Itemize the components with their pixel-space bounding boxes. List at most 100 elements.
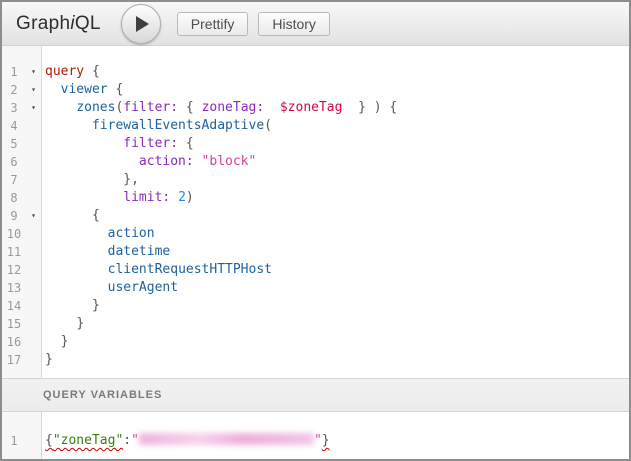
line-number: 12 bbox=[2, 261, 26, 279]
line-number: 15 bbox=[2, 315, 26, 333]
code-line[interactable]: action: "block" bbox=[45, 153, 629, 171]
code-token: { bbox=[45, 433, 53, 448]
line-number: 10 bbox=[2, 225, 26, 243]
gutter-row: 6 bbox=[2, 153, 41, 171]
fold-spacer bbox=[26, 153, 41, 171]
code-token: " bbox=[131, 433, 139, 448]
variables-code-area[interactable]: {"zoneTag":""} bbox=[42, 412, 629, 459]
code-token bbox=[194, 154, 202, 169]
gutter-row: 10 bbox=[2, 225, 41, 243]
fold-spacer bbox=[26, 351, 41, 369]
gutter-row: 17 bbox=[2, 351, 41, 369]
code-token: } bbox=[76, 316, 84, 331]
gutter-row: 13 bbox=[2, 279, 41, 297]
gutter-row: 1 bbox=[2, 432, 41, 450]
toolbar: GraphiQL Prettify History bbox=[2, 2, 629, 46]
code-token: : bbox=[123, 433, 131, 448]
code-line[interactable]: limit: 2) bbox=[45, 189, 629, 207]
fold-arrow-icon[interactable]: ▾ bbox=[26, 99, 41, 117]
code-line[interactable]: } bbox=[45, 315, 629, 333]
variables-line-number-gutter: 1 bbox=[2, 412, 42, 459]
code-line[interactable]: } bbox=[45, 351, 629, 369]
fold-spacer bbox=[26, 171, 41, 189]
line-number: 8 bbox=[2, 189, 26, 207]
code-line[interactable]: action bbox=[45, 225, 629, 243]
gutter-row: 16 bbox=[2, 333, 41, 351]
code-token bbox=[45, 172, 123, 187]
code-token bbox=[45, 154, 139, 169]
code-token: filter: bbox=[123, 136, 178, 151]
fold-spacer bbox=[26, 189, 41, 207]
fold-arrow-icon[interactable]: ▾ bbox=[26, 207, 41, 225]
query-editor[interactable]: 1▾2▾3▾456789▾1011121314151617 query { vi… bbox=[2, 46, 629, 378]
code-token bbox=[170, 190, 178, 205]
code-token: action bbox=[108, 226, 155, 241]
code-line[interactable]: { bbox=[45, 207, 629, 225]
code-token: } bbox=[45, 352, 53, 367]
gutter-row: 12 bbox=[2, 261, 41, 279]
line-number: 3 bbox=[2, 99, 26, 117]
line-number: 5 bbox=[2, 135, 26, 153]
code-line[interactable]: {"zoneTag":""} bbox=[45, 432, 629, 450]
history-button[interactable]: History bbox=[258, 12, 330, 36]
line-number: 11 bbox=[2, 243, 26, 261]
code-token: 2 bbox=[178, 190, 186, 205]
code-token: zoneTag: bbox=[202, 100, 265, 115]
code-line[interactable]: datetime bbox=[45, 243, 629, 261]
code-token bbox=[45, 244, 108, 259]
fold-spacer bbox=[26, 297, 41, 315]
code-token: "zoneTag" bbox=[53, 433, 123, 448]
code-line[interactable]: zones(filter: { zoneTag: $zoneTag } ) { bbox=[45, 99, 629, 117]
code-token: action: bbox=[139, 154, 194, 169]
query-variables-header[interactable]: QUERY VARIABLES bbox=[2, 378, 629, 412]
execute-query-button[interactable] bbox=[121, 4, 161, 44]
code-token: " bbox=[314, 433, 322, 448]
code-token bbox=[45, 82, 61, 97]
fold-spacer bbox=[26, 225, 41, 243]
code-line[interactable]: clientRequestHTTPHost bbox=[45, 261, 629, 279]
line-number: 4 bbox=[2, 117, 26, 135]
code-line[interactable]: }, bbox=[45, 171, 629, 189]
code-token: limit: bbox=[123, 190, 170, 205]
fold-spacer bbox=[26, 243, 41, 261]
gutter-row: 1▾ bbox=[2, 63, 41, 81]
prettify-button[interactable]: Prettify bbox=[177, 12, 249, 36]
line-number: 1 bbox=[2, 63, 26, 81]
code-token: } bbox=[92, 298, 100, 313]
fold-arrow-icon[interactable]: ▾ bbox=[26, 81, 41, 99]
gutter-row: 15 bbox=[2, 315, 41, 333]
line-number-gutter: 1▾2▾3▾456789▾1011121314151617 bbox=[2, 46, 42, 378]
query-code-area[interactable]: query { viewer { zones(filter: { zoneTag… bbox=[42, 46, 629, 378]
code-token bbox=[45, 316, 76, 331]
code-line[interactable]: query { bbox=[45, 63, 629, 81]
fold-spacer bbox=[26, 333, 41, 351]
code-token: firewallEventsAdaptive bbox=[92, 118, 264, 133]
code-token: query bbox=[45, 64, 84, 79]
gutter-row: 4 bbox=[2, 117, 41, 135]
line-number: 13 bbox=[2, 279, 26, 297]
fold-arrow-icon[interactable]: ▾ bbox=[26, 63, 41, 81]
code-line[interactable]: userAgent bbox=[45, 279, 629, 297]
code-token: { bbox=[178, 136, 194, 151]
line-number: 17 bbox=[2, 351, 26, 369]
code-token: datetime bbox=[108, 244, 171, 259]
code-line[interactable]: firewallEventsAdaptive( bbox=[45, 117, 629, 135]
code-token: clientRequestHTTPHost bbox=[108, 262, 272, 277]
code-line[interactable]: filter: { bbox=[45, 135, 629, 153]
code-token: zones bbox=[76, 100, 115, 115]
fold-spacer bbox=[26, 135, 41, 153]
code-token bbox=[264, 100, 280, 115]
logo-text: Graph bbox=[16, 13, 70, 34]
code-line[interactable]: } bbox=[45, 333, 629, 351]
line-number: 1 bbox=[2, 432, 26, 450]
code-token: } ) { bbox=[342, 100, 397, 115]
code-token bbox=[45, 262, 108, 277]
code-line[interactable]: viewer { bbox=[45, 81, 629, 99]
code-line[interactable]: } bbox=[45, 297, 629, 315]
gutter-row: 3▾ bbox=[2, 99, 41, 117]
code-token: { bbox=[84, 64, 100, 79]
code-token bbox=[45, 190, 123, 205]
variables-editor[interactable]: 1 {"zoneTag":""} bbox=[2, 412, 629, 459]
code-token: userAgent bbox=[108, 280, 178, 295]
code-token: { bbox=[108, 82, 124, 97]
